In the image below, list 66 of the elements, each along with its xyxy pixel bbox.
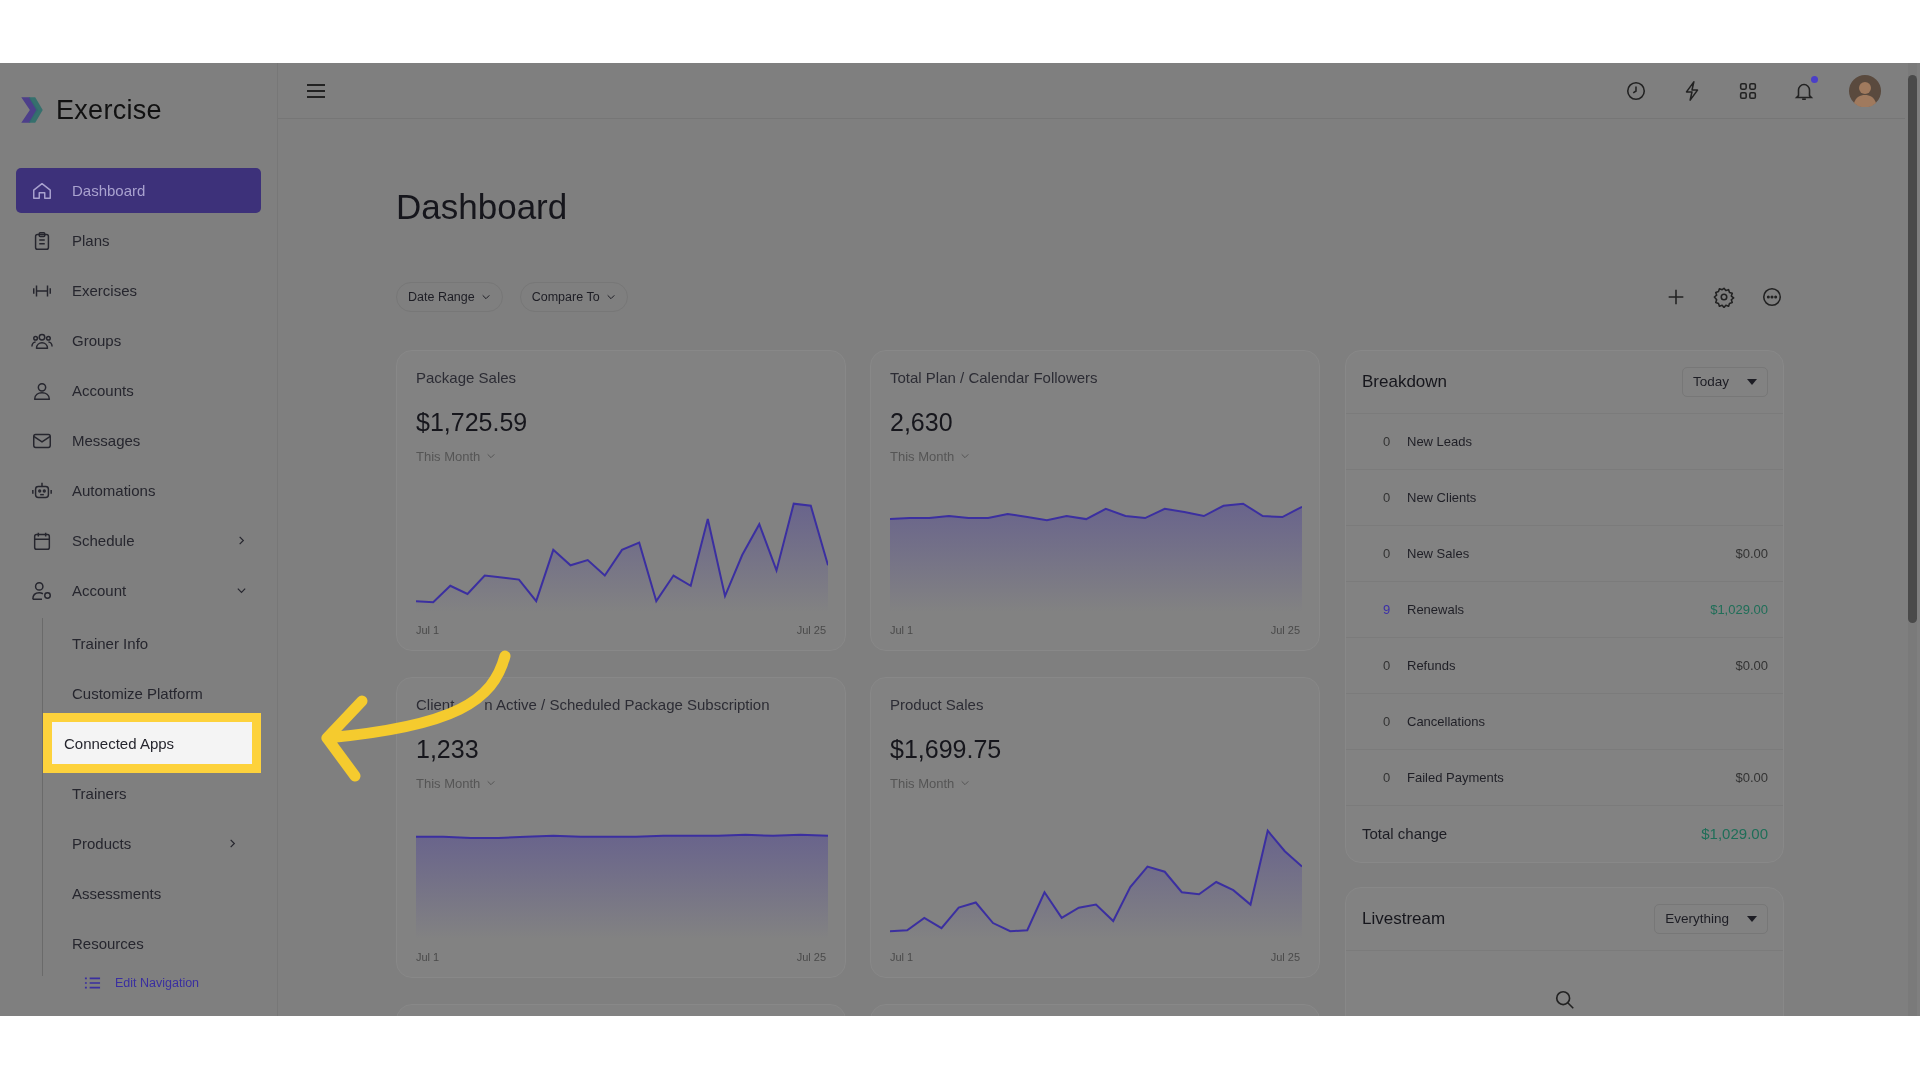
- filter-dropdown[interactable]: Everything: [1654, 903, 1768, 934]
- sidebar-subitem[interactable]: Connected Apps: [43, 713, 261, 773]
- user-gear-icon: [31, 579, 53, 602]
- caret-down-icon: [1747, 915, 1757, 922]
- row-count: 0: [1383, 769, 1392, 785]
- edit-navigation-link[interactable]: Edit Navigation: [84, 976, 261, 990]
- row-label: New Leads: [1407, 433, 1473, 449]
- row-label: New Sales: [1407, 545, 1470, 561]
- sidebar-item[interactable]: Messages: [16, 418, 261, 463]
- settings-icon[interactable]: [1713, 285, 1735, 308]
- row-count: 0: [1383, 489, 1392, 505]
- total-label: Total change: [1362, 825, 1448, 842]
- row-label: Refunds: [1407, 657, 1456, 673]
- panel-title: Livestream: [1362, 908, 1446, 929]
- card-title: Package Sales: [416, 368, 517, 386]
- sidebar-item[interactable]: Accounts: [16, 368, 261, 413]
- card-value: 2,630: [890, 407, 954, 437]
- app-name: Exercise: [56, 94, 162, 126]
- sidebar-subitem[interactable]: Trainer Info: [51, 618, 261, 668]
- card-title: Total Plan / Calendar Followers: [890, 368, 1098, 386]
- card-value: $1,699.75: [890, 734, 1003, 764]
- row-label: Renewals: [1407, 601, 1465, 617]
- row-amount: $0.00: [1735, 769, 1768, 785]
- card-value: 1,233: [416, 734, 480, 764]
- row-amount: $0.00: [1735, 657, 1768, 673]
- row-count: 9: [1383, 601, 1392, 617]
- total-amount: $1,029.00: [1701, 825, 1768, 842]
- row-count: 0: [1383, 713, 1392, 729]
- sidebar-item[interactable]: Plans: [16, 218, 261, 263]
- sidebar-item[interactable]: Automations: [16, 468, 261, 513]
- filter-dropdown[interactable]: Compare To: [519, 281, 628, 312]
- page-title: Dashboard: [396, 186, 569, 228]
- sidebar-subitem[interactable]: Products: [51, 818, 261, 868]
- range-dropdown[interactable]: Today: [1681, 366, 1768, 397]
- chevron-down-icon: [486, 778, 497, 788]
- row-amount: $1,029.00: [1710, 601, 1768, 617]
- search-icon[interactable]: [1553, 988, 1576, 1011]
- card-title: n Active / Scheduled Package Subscription: [484, 695, 770, 713]
- row-count: 0: [1383, 657, 1392, 673]
- chevron-down-icon: [960, 451, 971, 461]
- more-options-icon[interactable]: [1761, 285, 1783, 308]
- row-label: Cancellations: [1407, 713, 1486, 729]
- chevron-down-icon: [486, 451, 497, 461]
- card-title: Product Sales: [890, 695, 984, 713]
- card-value: $1,725.59: [416, 407, 529, 437]
- row-count: 0: [1383, 545, 1392, 561]
- avatar[interactable]: [1849, 74, 1881, 107]
- sidebar-item[interactable]: Dashboard: [16, 168, 261, 213]
- row-count: 0: [1383, 433, 1392, 449]
- clock-icon[interactable]: [1625, 79, 1647, 102]
- scrollbar[interactable]: [1908, 63, 1917, 1016]
- sidebar-item[interactable]: Groups: [16, 318, 261, 363]
- menu-icon[interactable]: [306, 82, 326, 99]
- list-icon: [84, 976, 101, 990]
- sidebar-subitem[interactable]: Assessments: [51, 868, 261, 918]
- sidebar-item[interactable]: Account: [16, 568, 261, 613]
- filter-dropdown[interactable]: Date Range: [396, 281, 503, 312]
- panel-title: Breakdown: [1362, 371, 1448, 392]
- sidebar-item[interactable]: Exercises: [16, 268, 261, 313]
- sidebar-subitem[interactable]: Resources: [51, 918, 261, 968]
- row-label: New Clients: [1407, 489, 1477, 505]
- sidebar-item[interactable]: Schedule: [16, 518, 261, 563]
- caret-down-icon: [1747, 378, 1757, 385]
- chevron-down-icon: [960, 778, 971, 788]
- row-label: Failed Payments: [1407, 769, 1504, 785]
- row-amount: $0.00: [1735, 545, 1768, 561]
